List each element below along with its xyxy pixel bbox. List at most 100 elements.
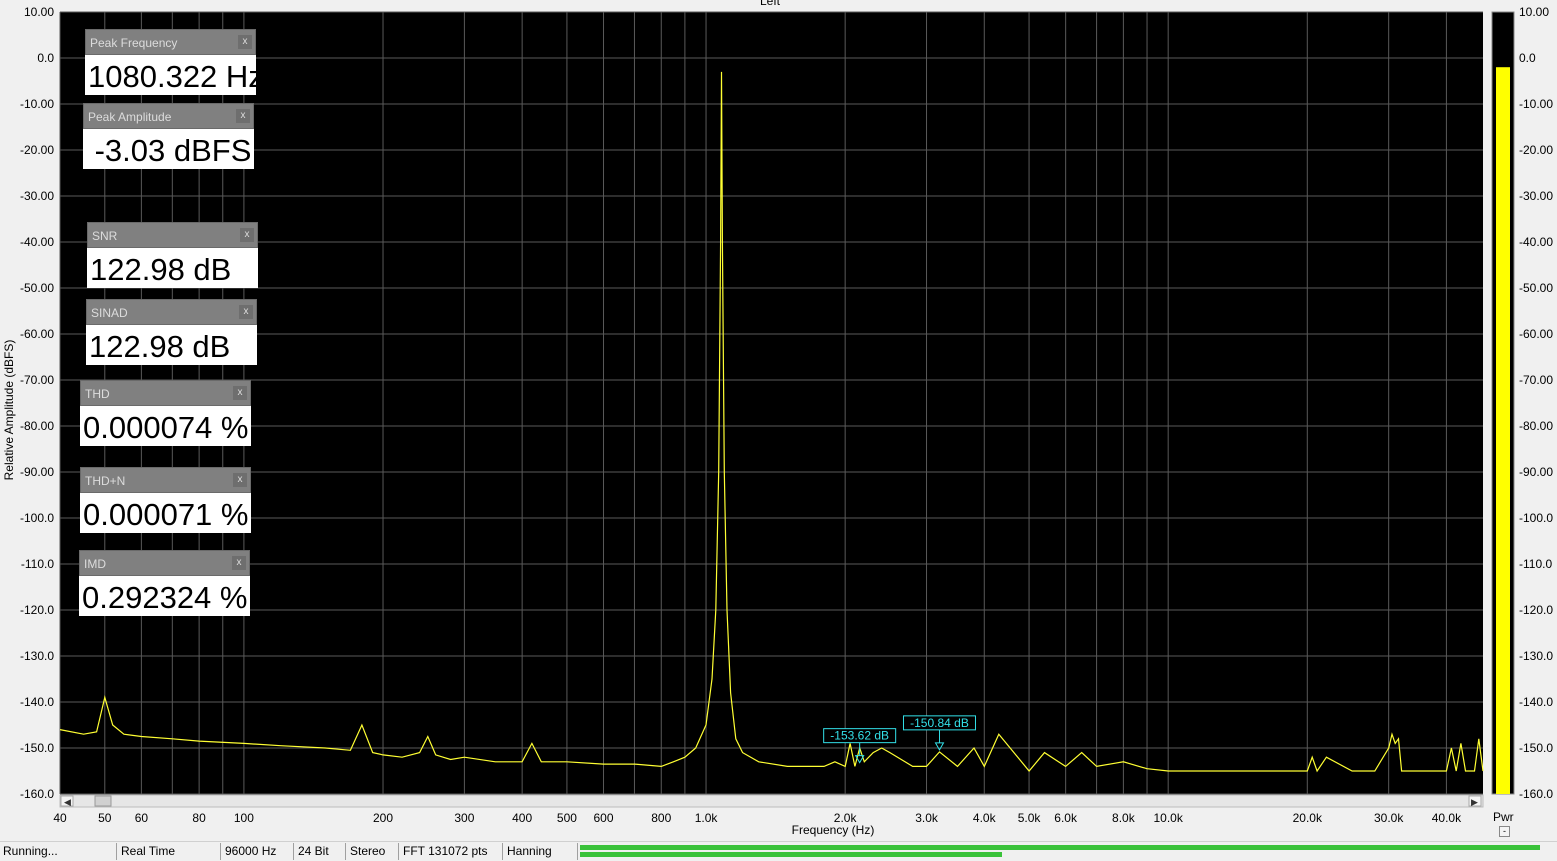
close-icon[interactable]: x (232, 556, 246, 570)
power-meter-tick-label: -140.0 (1519, 695, 1553, 709)
power-meter-tick-label: -20.00 (1519, 143, 1553, 157)
status-sample-rate[interactable]: 96000 Hz (222, 843, 294, 860)
imd-widget[interactable]: IMD x 0.292324 % (79, 550, 250, 616)
y-tick-label: 0.0 (37, 51, 54, 65)
thd-widget[interactable]: THD x 0.000074 % (80, 380, 251, 446)
close-icon[interactable]: x (233, 386, 247, 400)
status-window[interactable]: Hanning (504, 843, 578, 860)
power-meter-tick-label: -130.0 (1519, 649, 1553, 663)
y-tick-label: -150.0 (20, 741, 54, 755)
y-tick-label: -90.00 (20, 465, 54, 479)
widget-title: Peak Amplitude (88, 110, 172, 124)
y-tick-label: -110.0 (21, 557, 54, 571)
y-tick-label: -130.0 (20, 649, 54, 663)
x-tick-label: 30.0k (1374, 811, 1404, 825)
scroll-thumb[interactable] (94, 795, 112, 807)
status-state: Running... (0, 843, 117, 860)
close-icon[interactable]: x (239, 305, 253, 319)
widget-title: THD (85, 387, 110, 401)
y-tick-label: 10.00 (24, 5, 54, 19)
x-tick-label: 20.0k (1293, 811, 1323, 825)
close-icon[interactable]: x (236, 109, 250, 123)
x-tick-label: 200 (373, 811, 393, 825)
x-tick-label: 300 (454, 811, 474, 825)
widget-title: IMD (84, 557, 106, 571)
level-meter-right (580, 852, 1003, 857)
marker-label: -153.62 dB (830, 729, 889, 743)
collapse-button[interactable]: - (1499, 826, 1510, 837)
widget-title: THD+N (85, 474, 126, 488)
power-meter-tick-label: -40.00 (1519, 235, 1553, 249)
status-mode[interactable]: Real Time (118, 843, 221, 860)
y-tick-label: -60.00 (20, 327, 54, 341)
x-tick-label: 5.0k (1018, 811, 1042, 825)
x-tick-label: 6.0k (1054, 811, 1078, 825)
power-meter-tick-label: -80.00 (1519, 419, 1553, 433)
x-tick-label: 400 (512, 811, 532, 825)
scroll-left-icon: ◀ (64, 797, 71, 807)
peak-amplitude-widget[interactable]: Peak Amplitude x -3.03 dBFS (83, 103, 254, 169)
y-tick-label: -40.00 (20, 235, 54, 249)
snr-widget[interactable]: SNR x 122.98 dB (87, 222, 258, 288)
power-meter-tick-label: -50.00 (1519, 281, 1553, 295)
x-tick-labels: 40 50 60 80 100 200 300 400 500 600 800 1.0k 2.0k 3.0… (53, 811, 1462, 825)
widget-value: 1080.322 Hz (85, 55, 256, 95)
power-meter-fill (1496, 67, 1510, 794)
y-tick-label: -10.00 (20, 97, 54, 111)
status-fft-size[interactable]: FFT 131072 pts (400, 843, 503, 860)
power-meter-tick-label: -100.0 (1519, 511, 1553, 525)
close-icon[interactable]: x (240, 228, 254, 242)
close-icon[interactable]: x (238, 35, 252, 49)
thd-n-widget[interactable]: THD+N x 0.000071 % (80, 467, 251, 533)
status-bit-depth[interactable]: 24 Bit (295, 843, 346, 860)
widget-value: 0.000071 % (80, 493, 251, 533)
y-tick-label: -70.00 (20, 373, 54, 387)
widget-value: 0.000074 % (80, 406, 251, 446)
peak-frequency-widget[interactable]: Peak Frequency x 1080.322 Hz (85, 29, 256, 95)
y-axis-label: Relative Amplitude (dBFS) (2, 340, 16, 481)
widget-title: Peak Frequency (90, 36, 178, 50)
close-icon[interactable]: x (233, 473, 247, 487)
widget-value: 0.292324 % (79, 576, 250, 616)
x-tick-label: 40 (53, 811, 67, 825)
x-tick-label: 500 (557, 811, 577, 825)
x-tick-label: 4.0k (973, 811, 997, 825)
x-tick-label: 600 (593, 811, 613, 825)
power-meter-tick-label: -150.0 (1519, 741, 1553, 755)
x-tick-label: 1.0k (695, 811, 719, 825)
x-tick-label: 100 (234, 811, 254, 825)
x-tick-label: 3.0k (915, 811, 939, 825)
power-meter-tick-label: -70.00 (1519, 373, 1553, 387)
marker-label: -150.84 dB (910, 716, 969, 730)
y-tick-label: -80.00 (20, 419, 54, 433)
horizontal-scrollbar[interactable]: ◀ ▶ (59, 794, 1484, 808)
level-meter-left (580, 845, 1540, 850)
y-tick-label: -30.00 (20, 189, 54, 203)
sinad-widget[interactable]: SINAD x 122.98 dB (86, 299, 257, 365)
power-meter-tick-label: -110.0 (1519, 557, 1552, 571)
widget-value: 122.98 dB (86, 325, 257, 365)
scroll-right-icon: ▶ (1471, 797, 1478, 807)
y-tick-labels: 10.00 0.0 -10.00 -20.00 -30.00 -40.00 -50.00 -6… (20, 5, 54, 801)
power-meter-tick-label: 10.00 (1519, 5, 1549, 19)
y-tick-label: -160.0 (20, 787, 54, 801)
power-meter-tick-label: -90.00 (1519, 465, 1553, 479)
power-meter-tick-label: 0.0 (1519, 51, 1536, 65)
widget-title: SINAD (91, 306, 128, 320)
widget-value: -3.03 dBFS (83, 129, 254, 169)
power-meter-label: Pwr (1493, 810, 1514, 824)
power-meter-ticks: 10.00 0.0 -10.00 -20.00 -30.00 -40.00 -50.00 -6… (1519, 5, 1553, 801)
widget-value: 122.98 dB (87, 248, 258, 288)
status-channels[interactable]: Stereo (347, 843, 399, 860)
y-tick-label: -120.0 (20, 603, 54, 617)
y-tick-label: -100.0 (20, 511, 54, 525)
y-tick-label: -140.0 (20, 695, 54, 709)
power-meter-tick-label: -30.00 (1519, 189, 1553, 203)
status-bar: Running... Real Time 96000 Hz 24 Bit Ste… (0, 841, 1557, 861)
x-axis-label: Frequency (Hz) (792, 823, 875, 837)
power-meter-tick-label: -160.0 (1519, 787, 1553, 801)
x-tick-label: 10.0k (1153, 811, 1183, 825)
x-tick-label: 8.0k (1112, 811, 1136, 825)
plot-area[interactable] (60, 12, 1483, 794)
power-meter-tick-label: -120.0 (1519, 603, 1553, 617)
